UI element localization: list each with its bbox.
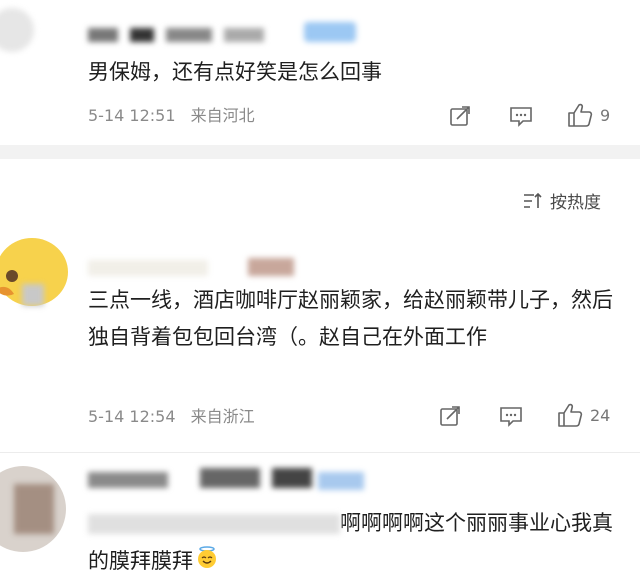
avatar[interactable] <box>0 8 34 52</box>
share-button[interactable] <box>448 104 472 132</box>
like-button[interactable]: 24 <box>556 402 610 428</box>
username-redacted[interactable] <box>88 256 308 278</box>
divider <box>0 452 640 453</box>
avatar[interactable] <box>0 232 76 314</box>
comment-text: 男保姆，还有点好笑是怎么回事 <box>88 60 382 84</box>
thumbs-up-icon <box>568 103 593 127</box>
comment-date: 5-14 12:51 <box>88 106 176 125</box>
comment-icon <box>500 407 522 427</box>
share-icon <box>450 106 470 126</box>
thumbs-up-icon <box>558 403 583 427</box>
comment-meta: 5-14 12:51 来自河北 <box>88 104 255 128</box>
like-count: 24 <box>590 405 611 425</box>
sort-button[interactable]: 按热度 <box>522 188 601 213</box>
avatar[interactable] <box>0 466 66 552</box>
comment-button[interactable] <box>508 104 534 132</box>
sort-label: 按热度 <box>550 193 601 213</box>
comment-location: 来自浙江 <box>190 407 255 426</box>
username-redacted[interactable] <box>88 24 288 44</box>
share-button[interactable] <box>438 404 462 432</box>
halo-smile-emoji <box>195 543 219 581</box>
section-divider <box>0 145 640 159</box>
comment-text: 啊啊啊啊这个丽丽事业心我真的膜拜膜拜 <box>88 504 618 581</box>
sort-icon <box>524 192 542 208</box>
share-icon <box>440 406 460 426</box>
comment-button[interactable] <box>498 404 524 432</box>
bird-avatar-icon <box>0 238 68 306</box>
comment-text: 三点一线，酒店咖啡厅赵丽颖家，给赵丽颖带儿子，然后独自背着包包回台湾（。赵自己在… <box>88 288 613 349</box>
username-redacted[interactable] <box>88 466 368 492</box>
comment-date: 5-14 12:54 <box>88 407 176 426</box>
like-count: 9 <box>600 105 611 125</box>
like-button[interactable]: 9 <box>566 102 610 128</box>
user-badge <box>304 22 356 42</box>
comment-icon <box>510 107 532 127</box>
comment-location: 来自河北 <box>190 106 255 125</box>
comment-meta: 5-14 12:54 来自浙江 <box>88 405 255 429</box>
redacted-text <box>88 514 340 534</box>
